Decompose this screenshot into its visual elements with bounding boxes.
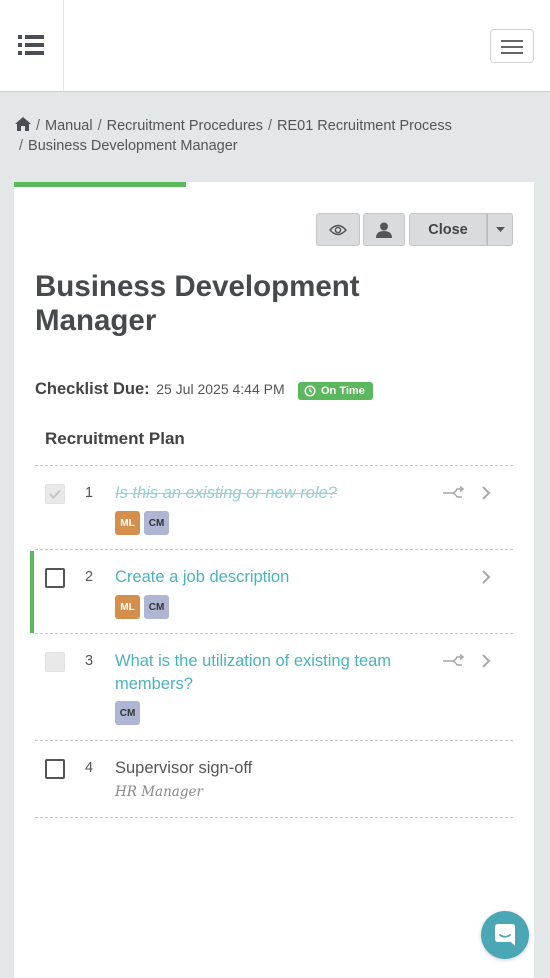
checklist-card: Close Business Development Manager Check… <box>14 182 534 978</box>
close-dropdown-toggle[interactable] <box>487 213 513 246</box>
breadcrumb-item-current: Business Development Manager <box>28 138 238 154</box>
task-assignees: CM <box>115 701 144 725</box>
avatar: CM <box>115 701 140 725</box>
sidebar-toggle[interactable] <box>0 0 64 91</box>
chevron-right-icon[interactable] <box>481 570 491 584</box>
checklist-due: Checklist Due: 25 Jul 2025 4:44 PM <box>35 380 285 399</box>
status-badge-label: On Time <box>321 385 365 397</box>
section-title: Recruitment Plan <box>45 429 185 448</box>
task-row[interactable]: 3 What is the utilization of existing te… <box>35 633 513 740</box>
breadcrumb: / Manual / Recruitment Procedures / RE01 Recr… <box>14 116 514 156</box>
toolbar: Close <box>14 213 534 246</box>
task-assignees: ML CM <box>115 511 173 535</box>
clock-icon <box>304 385 316 397</box>
caret-down-icon <box>495 227 505 232</box>
active-task-indicator <box>30 551 34 633</box>
due-label: Checklist Due: <box>35 380 150 398</box>
progress-bar <box>14 182 186 187</box>
task-row[interactable]: 4 Supervisor sign-off HR Manager <box>35 740 513 818</box>
breadcrumb-item-manual[interactable]: Manual <box>45 118 93 134</box>
top-bar <box>0 0 550 92</box>
hamburger-menu-button[interactable] <box>490 29 534 63</box>
eye-icon <box>329 224 347 235</box>
task-number: 2 <box>85 569 94 585</box>
close-button[interactable]: Close <box>409 213 487 246</box>
task-number: 4 <box>85 760 94 776</box>
task-number: 3 <box>85 653 94 669</box>
avatar: CM <box>144 595 169 619</box>
task-name[interactable]: Create a job description <box>115 566 435 589</box>
branch-icon <box>443 653 465 666</box>
task-number: 1 <box>85 485 94 501</box>
avatar: ML <box>115 595 140 619</box>
check-icon <box>49 489 61 499</box>
chat-bubble-icon <box>495 924 515 946</box>
due-value: 25 Jul 2025 4:44 PM <box>156 381 285 397</box>
breadcrumb-item-re01[interactable]: RE01 Recruitment Process <box>277 118 452 134</box>
avatar: CM <box>144 511 169 535</box>
user-icon <box>376 222 392 238</box>
task-checkbox[interactable] <box>45 568 65 588</box>
task-checkbox[interactable] <box>45 759 65 779</box>
task-row[interactable]: 2 Create a job description ML CM <box>30 549 513 633</box>
task-name[interactable]: Is this an existing or new role? <box>115 482 435 505</box>
branch-icon <box>443 485 465 498</box>
chevron-right-icon[interactable] <box>481 654 491 668</box>
task-row[interactable]: 1 Is this an existing or new role? ML CM <box>35 465 513 549</box>
assign-user-button[interactable] <box>363 213 405 246</box>
task-role: HR Manager <box>115 784 203 800</box>
breadcrumb-item-recruitment-procedures[interactable]: Recruitment Procedures <box>107 118 263 134</box>
chat-button[interactable] <box>481 911 529 959</box>
task-name[interactable]: Supervisor sign-off <box>115 757 435 780</box>
task-checkbox[interactable] <box>45 484 65 504</box>
task-name[interactable]: What is the utilization of existing team… <box>115 650 435 696</box>
avatar: ML <box>115 511 140 535</box>
list-icon[interactable] <box>18 34 44 56</box>
chevron-right-icon[interactable] <box>481 486 491 500</box>
view-button[interactable] <box>316 213 360 246</box>
home-icon[interactable] <box>15 117 31 131</box>
page-title: Business Development Manager <box>35 270 360 337</box>
task-checkbox <box>45 652 65 672</box>
status-badge: On Time <box>298 382 373 400</box>
task-assignees: ML CM <box>115 595 173 619</box>
hamburger-menu-icon <box>501 40 523 42</box>
